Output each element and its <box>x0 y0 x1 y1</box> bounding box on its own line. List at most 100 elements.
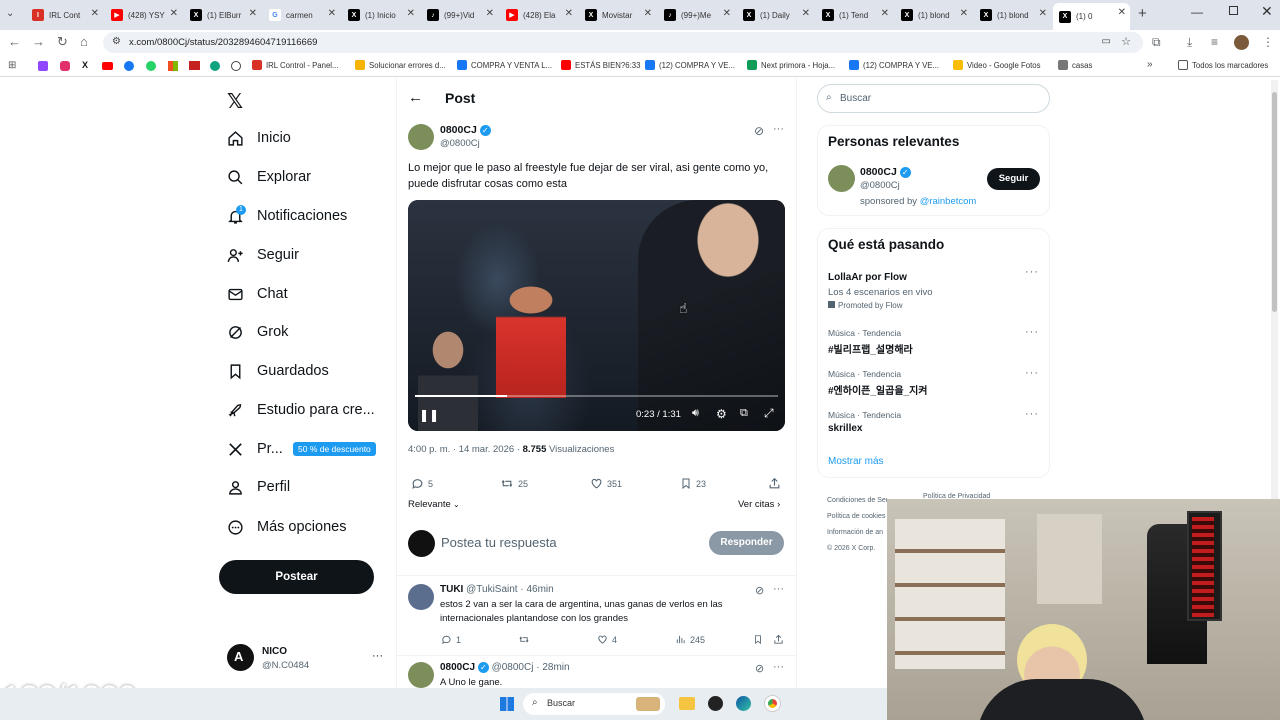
reply-more-icon[interactable]: ··· <box>773 661 784 673</box>
tab-close-icon[interactable]: ✕ <box>407 8 415 19</box>
taskbar-search[interactable]: ⌕ Buscar <box>523 693 665 715</box>
windows-start-icon[interactable] <box>500 697 514 711</box>
star-icon[interactable]: ☆ <box>1121 35 1131 48</box>
video-progress-track[interactable] <box>415 395 778 397</box>
relevant-avatar[interactable] <box>828 165 855 192</box>
tab-close-icon[interactable]: ✕ <box>91 8 99 19</box>
reply-submit-button[interactable]: Responder <box>709 531 784 555</box>
tab-search-button[interactable]: ⌄ <box>6 8 14 19</box>
chrome-menu-icon[interactable]: ⋮ <box>1262 34 1274 50</box>
post-more-icon[interactable]: ··· <box>773 123 784 135</box>
minimize-button[interactable]: — <box>1191 5 1203 19</box>
instagram-bookmark-icon[interactable] <box>60 61 70 71</box>
reply-like-button[interactable]: 4 <box>597 634 617 645</box>
reply-button[interactable]: 5 <box>411 477 433 490</box>
search-input[interactable]: ⌕ Buscar <box>817 84 1050 113</box>
edge-icon[interactable] <box>736 696 751 711</box>
browser-tab[interactable]: X (1) Tend ✕ <box>816 4 893 26</box>
sponsored-link[interactable]: @rainbetcom <box>920 196 977 207</box>
reply-grok-icon[interactable]: ⊘ <box>755 662 764 675</box>
sidebar-item-follow[interactable]: Seguir <box>227 243 299 267</box>
relevant-handle[interactable]: @0800Cj <box>860 180 900 191</box>
footer-info[interactable]: Información de an <box>827 525 887 541</box>
whatsapp-bookmark-icon[interactable] <box>146 61 156 71</box>
trend-item[interactable]: Música · Tendencia skrillex ··· <box>828 408 1039 434</box>
scrollbar-thumb[interactable] <box>1272 92 1277 312</box>
tab-close-icon[interactable]: ✕ <box>802 8 810 19</box>
sidebar-item-person[interactable]: Perfil <box>227 475 290 499</box>
tab-close-icon[interactable]: ✕ <box>1039 8 1047 19</box>
install-icon[interactable]: ▭ <box>1102 36 1111 47</box>
bookmark-item[interactable]: IRL Control - Panel... <box>252 60 339 70</box>
restore-button[interactable] <box>1229 6 1238 15</box>
browser-tab[interactable]: I IRL Cont ✕ <box>26 4 103 26</box>
browser-tab[interactable]: X Movistar ✕ <box>579 4 656 26</box>
bookmark-item[interactable]: Video - Google Fotos <box>953 60 1041 70</box>
share-button[interactable] <box>768 477 785 490</box>
forward-icon[interactable]: → <box>32 34 45 50</box>
trend-item[interactable]: Música · Tendencia #빌리프랩_설명해라 ··· <box>828 326 1039 356</box>
post-video[interactable]: ❚❚ 0:23 / 1:31 🔊︎ ⚙ ⧉ ⤢ <box>408 200 785 431</box>
trend-more-icon[interactable]: ··· <box>1025 266 1039 278</box>
media-icon[interactable]: ≡ <box>1211 34 1218 50</box>
tab-close-icon[interactable]: ✕ <box>881 8 889 19</box>
reply-author-handle[interactable]: @0800Cj <box>492 662 534 673</box>
browser-tab[interactable]: X (1) Daily ✕ <box>737 4 814 26</box>
reply-avatar[interactable] <box>408 662 434 688</box>
fullscreen-icon[interactable]: ⤢ <box>764 406 774 421</box>
tab-close-icon[interactable]: ✕ <box>644 8 652 19</box>
sidebar-item-rocket[interactable]: Estudio para cre... <box>227 398 375 422</box>
sidebar-item-more[interactable]: Más opciones <box>227 515 346 539</box>
reply-more-icon[interactable]: ··· <box>773 583 784 595</box>
quotes-link[interactable]: Ver citas › <box>738 499 780 510</box>
footer-terms[interactable]: Condiciones de Servicio <box>827 493 887 509</box>
browser-tab[interactable]: X (1) blond ✕ <box>895 4 972 26</box>
address-bar[interactable]: ⚙ x.com/0800Cj/status/203289460471911666… <box>103 32 1143 53</box>
sidebar-item-grok[interactable]: Grok <box>227 320 288 344</box>
browser-tab[interactable]: X (1) Inicio ✕ <box>342 4 419 26</box>
show-more-link[interactable]: Mostrar más <box>828 456 884 467</box>
trend-item[interactable]: LollaAr por Flow Los 4 escenarios en vivo… <box>828 266 1039 310</box>
reply-author-name[interactable]: TUKI <box>440 584 463 595</box>
site-settings-icon[interactable]: ⚙ <box>112 36 121 47</box>
reply-bookmark-button[interactable] <box>753 634 767 645</box>
trend-more-icon[interactable]: ··· <box>1025 326 1039 338</box>
tab-close-icon[interactable]: ✕ <box>1118 7 1126 18</box>
sort-dropdown[interactable]: Relevante ⌄ <box>408 499 460 510</box>
relevant-name-row[interactable]: 0800CJ ✓ <box>860 166 911 178</box>
reply-reply-button[interactable]: 1 <box>441 634 461 645</box>
back-arrow-icon[interactable]: ← <box>408 89 423 106</box>
obs-icon[interactable] <box>708 696 723 711</box>
repost-button[interactable]: 25 <box>500 477 528 490</box>
new-tab-button[interactable]: + <box>1138 5 1147 22</box>
tab-close-icon[interactable]: ✕ <box>723 8 731 19</box>
page-scrollbar[interactable] <box>1271 80 1278 500</box>
tab-close-icon[interactable]: ✕ <box>170 8 178 19</box>
sidebar-item-home[interactable]: Inicio <box>227 126 291 150</box>
author-avatar[interactable] <box>408 124 434 150</box>
twitch-bookmark-icon[interactable] <box>38 61 48 71</box>
reload-icon[interactable]: ↻ <box>57 34 68 50</box>
video-settings-icon[interactable]: ⚙ <box>716 407 727 421</box>
post-button[interactable]: Postear <box>219 560 374 594</box>
bookmark-item[interactable]: Next primora - Hoja... <box>747 60 835 70</box>
trend-more-icon[interactable]: ··· <box>1025 408 1039 420</box>
browser-tab[interactable]: Gcarmen ✕ <box>263 4 340 26</box>
sidebar-item-mail[interactable]: Chat <box>227 282 288 306</box>
author-name-row[interactable]: 0800CJ ✓ <box>440 124 491 136</box>
trend-item[interactable]: Música · Tendencia #엔하이픈_일곱을_지켜 ··· <box>828 367 1038 397</box>
x-logo-icon[interactable]: 𝕏 <box>227 89 243 114</box>
reply-views-button[interactable]: 245 <box>675 634 705 645</box>
bookmark-item[interactable]: COMPRA Y VENTA L... <box>457 60 552 70</box>
tab-close-icon[interactable]: ✕ <box>486 8 494 19</box>
reply-avatar[interactable] <box>408 584 434 610</box>
browser-tab[interactable]: ▶ (428) YSY ✕ <box>105 4 182 26</box>
author-handle[interactable]: @0800Cj <box>440 138 480 149</box>
browser-tab[interactable]: X (1) 0 ✕ <box>1053 3 1130 30</box>
reply-grok-icon[interactable]: ⊘ <box>755 584 764 597</box>
mail-bookmark-icon[interactable] <box>189 61 200 70</box>
reply-author-name[interactable]: 0800CJ <box>440 662 475 673</box>
microsoft-bookmark-icon[interactable] <box>168 61 178 71</box>
facebook-bookmark-icon[interactable] <box>124 61 134 71</box>
home-icon[interactable]: ⌂ <box>80 34 88 50</box>
